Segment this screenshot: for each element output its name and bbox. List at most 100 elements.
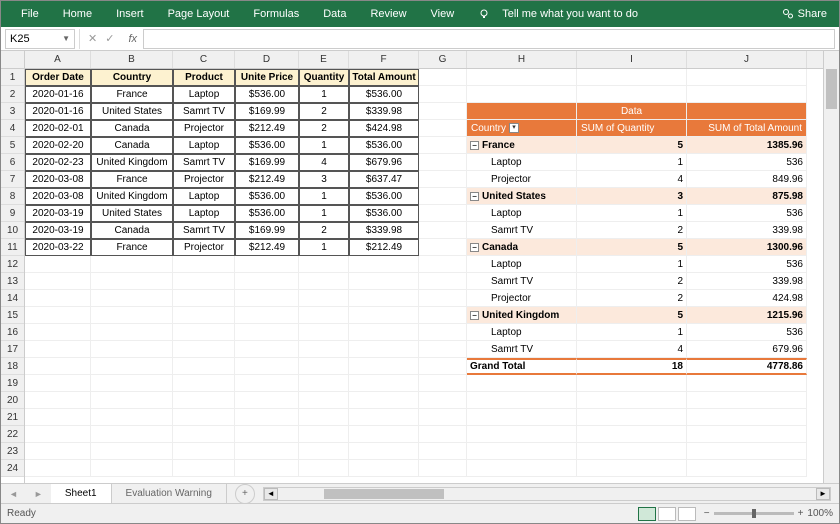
cell[interactable] xyxy=(173,324,235,341)
cell[interactable] xyxy=(25,443,91,460)
cell[interactable]: $536.00 xyxy=(235,86,299,103)
cell[interactable]: 1 xyxy=(299,239,349,256)
cell[interactable]: $536.00 xyxy=(235,188,299,205)
cell[interactable] xyxy=(419,392,467,409)
cell[interactable] xyxy=(299,324,349,341)
cell[interactable] xyxy=(419,222,467,239)
cell[interactable] xyxy=(235,409,299,426)
ribbon-tab-home[interactable]: Home xyxy=(51,1,104,27)
cell[interactable]: 536 xyxy=(687,256,807,273)
cell[interactable] xyxy=(419,69,467,86)
cell[interactable] xyxy=(349,273,419,290)
cell[interactable]: Quantity xyxy=(299,69,349,86)
filter-icon[interactable]: ▾ xyxy=(509,123,519,133)
cell[interactable] xyxy=(173,273,235,290)
cell[interactable] xyxy=(25,426,91,443)
cell[interactable] xyxy=(349,443,419,460)
col-header[interactable]: G xyxy=(419,51,467,68)
cell[interactable] xyxy=(349,426,419,443)
row-header[interactable]: 11 xyxy=(1,239,24,256)
cell[interactable] xyxy=(349,341,419,358)
cell[interactable] xyxy=(419,426,467,443)
cell[interactable] xyxy=(419,103,467,120)
cell[interactable]: Canada xyxy=(91,120,173,137)
cell[interactable] xyxy=(299,256,349,273)
cell[interactable]: 2020-02-23 xyxy=(25,154,91,171)
cell[interactable] xyxy=(91,307,173,324)
cell[interactable]: United States xyxy=(91,103,173,120)
row-header[interactable]: 16 xyxy=(1,324,24,341)
cell[interactable]: Projector xyxy=(173,239,235,256)
tell-me[interactable]: Tell me what you want to do xyxy=(490,1,650,27)
cell[interactable] xyxy=(577,86,687,103)
cell[interactable] xyxy=(25,392,91,409)
cell[interactable] xyxy=(235,341,299,358)
cell[interactable]: 1385.96 xyxy=(687,137,807,154)
cell[interactable] xyxy=(687,69,807,86)
cell[interactable] xyxy=(25,358,91,375)
cell[interactable] xyxy=(687,443,807,460)
cell[interactable]: −Canada xyxy=(467,239,577,256)
cell[interactable] xyxy=(687,426,807,443)
cell[interactable] xyxy=(299,443,349,460)
cell[interactable] xyxy=(419,205,467,222)
cancel-icon[interactable]: ✕ xyxy=(88,32,97,45)
row-header[interactable]: 12 xyxy=(1,256,24,273)
col-header[interactable]: D xyxy=(235,51,299,68)
vertical-scrollbar[interactable] xyxy=(823,51,839,484)
cell[interactable]: 536 xyxy=(687,154,807,171)
cell[interactable]: 679.96 xyxy=(687,341,807,358)
cell[interactable]: Laptop xyxy=(467,154,577,171)
row-header[interactable]: 2 xyxy=(1,86,24,103)
add-sheet-button[interactable]: + xyxy=(235,484,255,504)
row-header[interactable]: 10 xyxy=(1,222,24,239)
zoom-out-button[interactable]: − xyxy=(704,508,710,519)
cell[interactable]: $637.47 xyxy=(349,171,419,188)
collapse-icon[interactable]: − xyxy=(470,141,479,150)
cell[interactable] xyxy=(419,171,467,188)
cell[interactable]: 3 xyxy=(577,188,687,205)
cell[interactable] xyxy=(419,256,467,273)
cell[interactable] xyxy=(419,307,467,324)
cell[interactable]: Samrt TV xyxy=(467,222,577,239)
cell[interactable] xyxy=(467,426,577,443)
cell[interactable] xyxy=(235,307,299,324)
cell[interactable] xyxy=(25,273,91,290)
cell[interactable] xyxy=(91,443,173,460)
cell[interactable] xyxy=(577,443,687,460)
cell[interactable] xyxy=(173,426,235,443)
cell[interactable]: Order Date xyxy=(25,69,91,86)
cell[interactable] xyxy=(419,137,467,154)
cell[interactable] xyxy=(299,409,349,426)
cell[interactable]: France xyxy=(91,86,173,103)
cell[interactable]: Laptop xyxy=(173,205,235,222)
cell[interactable] xyxy=(173,256,235,273)
cell[interactable] xyxy=(687,392,807,409)
cell[interactable] xyxy=(419,273,467,290)
row-header[interactable]: 15 xyxy=(1,307,24,324)
collapse-icon[interactable]: − xyxy=(470,311,479,320)
cell[interactable]: United Kingdom xyxy=(91,154,173,171)
cell[interactable]: SUM of Quantity xyxy=(577,120,687,137)
cell[interactable]: Samrt TV xyxy=(173,103,235,120)
cell[interactable] xyxy=(687,375,807,392)
cell[interactable] xyxy=(419,154,467,171)
sheet-nav-next[interactable]: ► xyxy=(26,489,51,499)
cell[interactable] xyxy=(419,409,467,426)
cell[interactable] xyxy=(299,358,349,375)
cell[interactable] xyxy=(25,324,91,341)
scroll-right-icon[interactable]: ► xyxy=(816,488,830,500)
cell[interactable] xyxy=(419,120,467,137)
cell[interactable]: $679.96 xyxy=(349,154,419,171)
cell[interactable] xyxy=(235,290,299,307)
sheet-tab-other[interactable]: Evaluation Warning xyxy=(112,484,227,504)
cell[interactable] xyxy=(299,375,349,392)
cell[interactable] xyxy=(577,392,687,409)
cell[interactable]: Laptop xyxy=(173,188,235,205)
cell[interactable]: Data xyxy=(577,103,687,120)
cell[interactable]: 18 xyxy=(577,358,687,375)
row-header[interactable]: 6 xyxy=(1,154,24,171)
ribbon-tab-view[interactable]: View xyxy=(419,1,467,27)
cell[interactable] xyxy=(577,409,687,426)
row-header[interactable]: 18 xyxy=(1,358,24,375)
